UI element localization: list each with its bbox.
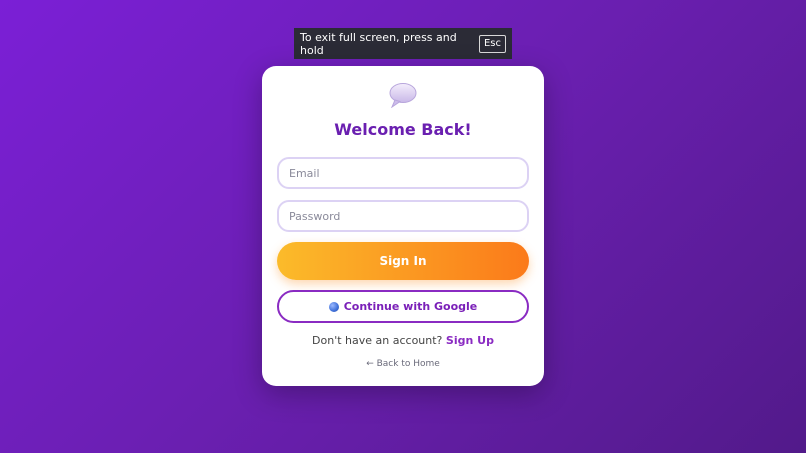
signup-prompt: Don't have an account?: [312, 334, 443, 347]
fullscreen-notice: To exit full screen, press and hold Esc: [294, 28, 512, 59]
signup-prompt-line: Don't have an account? Sign Up: [262, 334, 544, 347]
sign-in-button[interactable]: Sign In: [277, 242, 529, 280]
back-to-home-link[interactable]: ← Back to Home: [262, 359, 544, 369]
sign-up-link[interactable]: Sign Up: [446, 334, 494, 347]
speech-bubble-icon: [389, 83, 417, 108]
page-title: Welcome Back!: [334, 120, 472, 139]
password-field[interactable]: [277, 200, 529, 232]
google-icon: [328, 301, 339, 312]
esc-key-badge: Esc: [478, 34, 506, 53]
login-card: Welcome Back! Sign In Continue with Goog…: [262, 66, 544, 386]
google-button-label: Continue with Google: [343, 300, 478, 313]
fullscreen-notice-text: To exit full screen, press and hold: [300, 30, 457, 57]
email-field[interactable]: [277, 157, 529, 189]
google-signin-button[interactable]: Continue with Google: [277, 290, 529, 323]
